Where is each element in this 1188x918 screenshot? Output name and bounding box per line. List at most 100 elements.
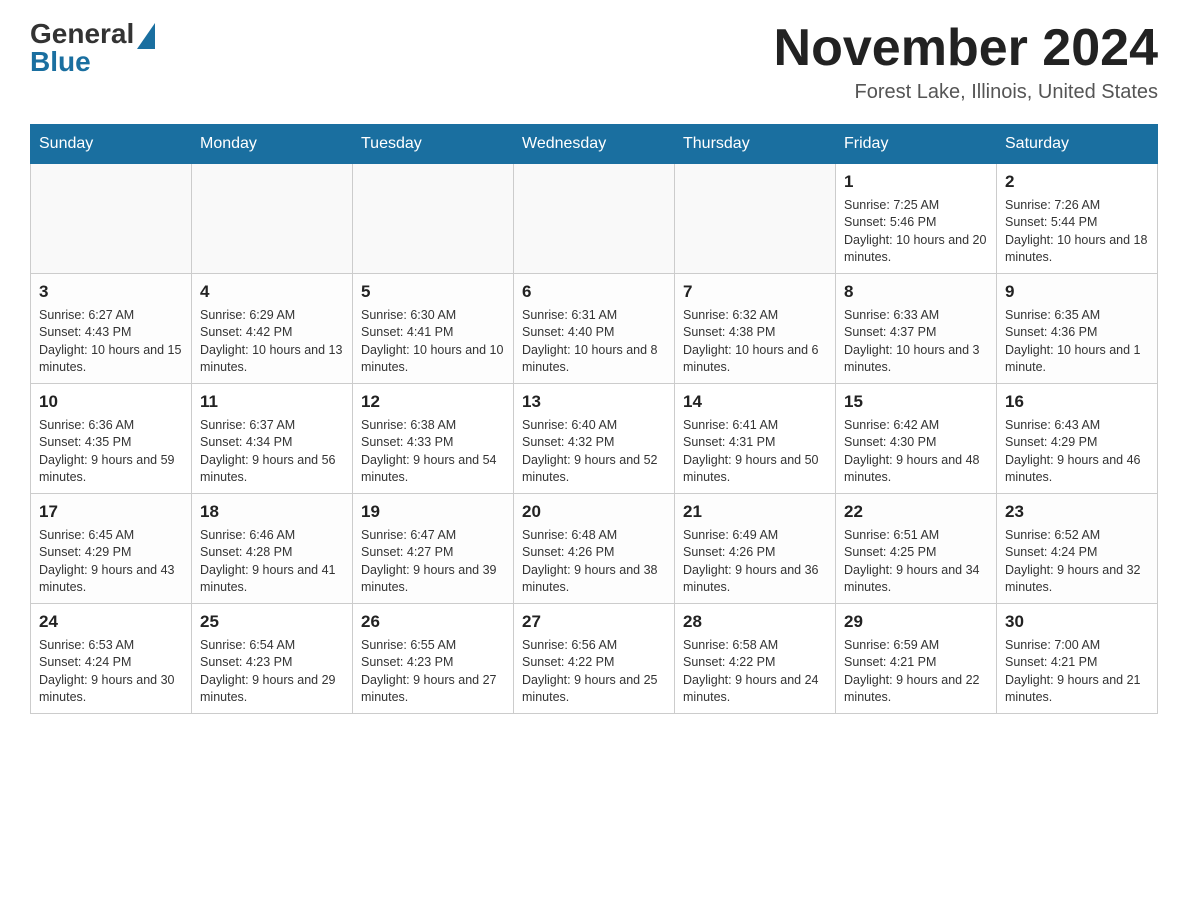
day-number: 24 xyxy=(39,610,183,634)
table-row: 29 Sunrise: 6:59 AMSunset: 4:21 PMDayligh… xyxy=(836,604,997,714)
table-row xyxy=(192,164,353,274)
table-row: 11 Sunrise: 6:37 AMSunset: 4:34 PMDayligh… xyxy=(192,384,353,494)
table-row: 18 Sunrise: 6:46 AMSunset: 4:28 PMDayligh… xyxy=(192,494,353,604)
day-number: 17 xyxy=(39,500,183,524)
day-info: Sunrise: 6:53 AMSunset: 4:24 PMDaylight:… xyxy=(39,637,183,707)
day-info: Sunrise: 6:33 AMSunset: 4:37 PMDaylight:… xyxy=(844,307,988,377)
day-number: 29 xyxy=(844,610,988,634)
col-wednesday: Wednesday xyxy=(514,125,675,164)
calendar-table: Sunday Monday Tuesday Wednesday Thursday… xyxy=(30,124,1158,714)
day-info: Sunrise: 6:55 AMSunset: 4:23 PMDaylight:… xyxy=(361,637,505,707)
day-info: Sunrise: 6:59 AMSunset: 4:21 PMDaylight:… xyxy=(844,637,988,707)
table-row: 17 Sunrise: 6:45 AMSunset: 4:29 PMDayligh… xyxy=(31,494,192,604)
day-number: 6 xyxy=(522,280,666,304)
day-number: 15 xyxy=(844,390,988,414)
day-number: 26 xyxy=(361,610,505,634)
table-row: 8 Sunrise: 6:33 AMSunset: 4:37 PMDaylight… xyxy=(836,274,997,384)
table-row: 21 Sunrise: 6:49 AMSunset: 4:26 PMDayligh… xyxy=(675,494,836,604)
logo: General Blue xyxy=(30,20,155,76)
day-number: 28 xyxy=(683,610,827,634)
day-number: 25 xyxy=(200,610,344,634)
col-thursday: Thursday xyxy=(675,125,836,164)
table-row: 30 Sunrise: 7:00 AMSunset: 4:21 PMDayligh… xyxy=(997,604,1158,714)
col-monday: Monday xyxy=(192,125,353,164)
month-title: November 2024 xyxy=(774,20,1158,77)
day-info: Sunrise: 6:43 AMSunset: 4:29 PMDaylight:… xyxy=(1005,417,1149,487)
day-number: 20 xyxy=(522,500,666,524)
day-info: Sunrise: 6:29 AMSunset: 4:42 PMDaylight:… xyxy=(200,307,344,377)
table-row xyxy=(31,164,192,274)
calendar-week-row: 10 Sunrise: 6:36 AMSunset: 4:35 PMDayligh… xyxy=(31,384,1158,494)
day-number: 30 xyxy=(1005,610,1149,634)
calendar-week-row: 1Sunrise: 7:25 AMSunset: 5:46 PMDaylight… xyxy=(31,164,1158,274)
day-number: 13 xyxy=(522,390,666,414)
table-row: 26 Sunrise: 6:55 AMSunset: 4:23 PMDayligh… xyxy=(353,604,514,714)
table-row: 24 Sunrise: 6:53 AMSunset: 4:24 PMDayligh… xyxy=(31,604,192,714)
day-number: 23 xyxy=(1005,500,1149,524)
table-row: 19 Sunrise: 6:47 AMSunset: 4:27 PMDayligh… xyxy=(353,494,514,604)
logo-general-text: General xyxy=(30,20,134,48)
day-info: Sunrise: 6:31 AMSunset: 4:40 PMDaylight:… xyxy=(522,307,666,377)
calendar-week-row: 17 Sunrise: 6:45 AMSunset: 4:29 PMDayligh… xyxy=(31,494,1158,604)
day-info: Sunrise: 6:45 AMSunset: 4:29 PMDaylight:… xyxy=(39,527,183,597)
table-row: 23 Sunrise: 6:52 AMSunset: 4:24 PMDayligh… xyxy=(997,494,1158,604)
day-number: 12 xyxy=(361,390,505,414)
day-info: Sunrise: 6:30 AMSunset: 4:41 PMDaylight:… xyxy=(361,307,505,377)
day-info: Sunrise: 6:56 AMSunset: 4:22 PMDaylight:… xyxy=(522,637,666,707)
day-info: Sunrise: 6:37 AMSunset: 4:34 PMDaylight:… xyxy=(200,417,344,487)
day-number: 11 xyxy=(200,390,344,414)
table-row: 2 Sunrise: 7:26 AMSunset: 5:44 PMDaylight… xyxy=(997,164,1158,274)
table-row: 7Sunrise: 6:32 AMSunset: 4:38 PMDaylight… xyxy=(675,274,836,384)
day-number: 3 xyxy=(39,280,183,304)
day-info: Sunrise: 6:40 AMSunset: 4:32 PMDaylight:… xyxy=(522,417,666,487)
day-info: Sunrise: 6:47 AMSunset: 4:27 PMDaylight:… xyxy=(361,527,505,597)
day-info: Sunrise: 7:00 AMSunset: 4:21 PMDaylight:… xyxy=(1005,637,1149,707)
day-number: 2 xyxy=(1005,170,1149,194)
day-info: Sunrise: 6:42 AMSunset: 4:30 PMDaylight:… xyxy=(844,417,988,487)
day-info: Sunrise: 6:41 AMSunset: 4:31 PMDaylight:… xyxy=(683,417,827,487)
day-info: Sunrise: 6:46 AMSunset: 4:28 PMDaylight:… xyxy=(200,527,344,597)
day-info: Sunrise: 6:58 AMSunset: 4:22 PMDaylight:… xyxy=(683,637,827,707)
logo-blue-text: Blue xyxy=(30,48,91,76)
table-row: 22Sunrise: 6:51 AMSunset: 4:25 PMDayligh… xyxy=(836,494,997,604)
day-info: Sunrise: 6:36 AMSunset: 4:35 PMDaylight:… xyxy=(39,417,183,487)
title-section: November 2024 Forest Lake, Illinois, Uni… xyxy=(774,20,1158,104)
day-number: 19 xyxy=(361,500,505,524)
day-number: 14 xyxy=(683,390,827,414)
table-row: 10 Sunrise: 6:36 AMSunset: 4:35 PMDayligh… xyxy=(31,384,192,494)
table-row: 28 Sunrise: 6:58 AMSunset: 4:22 PMDayligh… xyxy=(675,604,836,714)
day-info: Sunrise: 7:25 AMSunset: 5:46 PMDaylight:… xyxy=(844,197,988,267)
day-number: 7 xyxy=(683,280,827,304)
table-row: 20Sunrise: 6:48 AMSunset: 4:26 PMDayligh… xyxy=(514,494,675,604)
day-number: 8 xyxy=(844,280,988,304)
day-info: Sunrise: 6:52 AMSunset: 4:24 PMDaylight:… xyxy=(1005,527,1149,597)
table-row: 25Sunrise: 6:54 AMSunset: 4:23 PMDayligh… xyxy=(192,604,353,714)
table-row: 13 Sunrise: 6:40 AMSunset: 4:32 PMDayligh… xyxy=(514,384,675,494)
day-number: 9 xyxy=(1005,280,1149,304)
day-number: 18 xyxy=(200,500,344,524)
calendar-week-row: 24 Sunrise: 6:53 AMSunset: 4:24 PMDayligh… xyxy=(31,604,1158,714)
table-row: 9Sunrise: 6:35 AMSunset: 4:36 PMDaylight… xyxy=(997,274,1158,384)
logo-triangle-icon xyxy=(137,23,155,49)
day-info: Sunrise: 6:51 AMSunset: 4:25 PMDaylight:… xyxy=(844,527,988,597)
page-header: General Blue November 2024 Forest Lake, … xyxy=(30,20,1158,104)
location-text: Forest Lake, Illinois, United States xyxy=(774,81,1158,104)
col-saturday: Saturday xyxy=(997,125,1158,164)
table-row: 12Sunrise: 6:38 AMSunset: 4:33 PMDayligh… xyxy=(353,384,514,494)
table-row: 4 Sunrise: 6:29 AMSunset: 4:42 PMDaylight… xyxy=(192,274,353,384)
day-number: 5 xyxy=(361,280,505,304)
table-row xyxy=(675,164,836,274)
day-number: 4 xyxy=(200,280,344,304)
table-row: 14 Sunrise: 6:41 AMSunset: 4:31 PMDayligh… xyxy=(675,384,836,494)
day-number: 10 xyxy=(39,390,183,414)
table-row: 15 Sunrise: 6:42 AMSunset: 4:30 PMDayligh… xyxy=(836,384,997,494)
day-info: Sunrise: 6:49 AMSunset: 4:26 PMDaylight:… xyxy=(683,527,827,597)
table-row xyxy=(514,164,675,274)
day-info: Sunrise: 7:26 AMSunset: 5:44 PMDaylight:… xyxy=(1005,197,1149,267)
day-number: 21 xyxy=(683,500,827,524)
table-row: 3Sunrise: 6:27 AMSunset: 4:43 PMDaylight… xyxy=(31,274,192,384)
col-friday: Friday xyxy=(836,125,997,164)
calendar-week-row: 3Sunrise: 6:27 AMSunset: 4:43 PMDaylight… xyxy=(31,274,1158,384)
table-row: 6 Sunrise: 6:31 AMSunset: 4:40 PMDaylight… xyxy=(514,274,675,384)
col-sunday: Sunday xyxy=(31,125,192,164)
